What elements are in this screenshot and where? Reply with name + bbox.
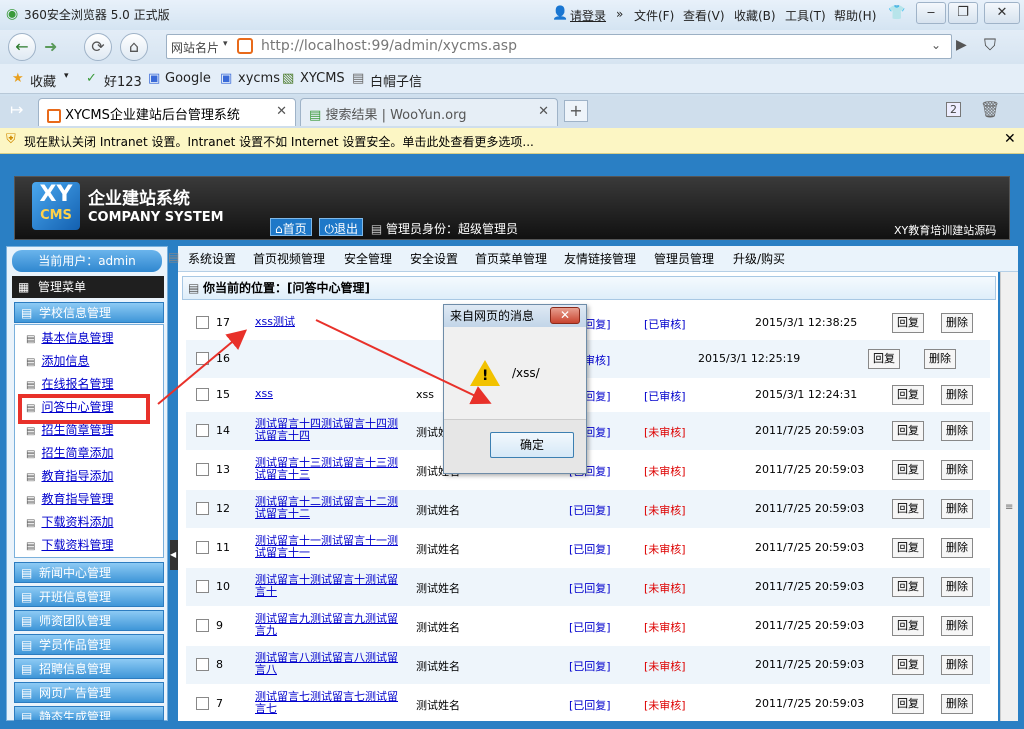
arrow-to-dialog [315,319,492,405]
annotation-arrows [157,319,492,405]
arrow-to-row [157,329,248,405]
